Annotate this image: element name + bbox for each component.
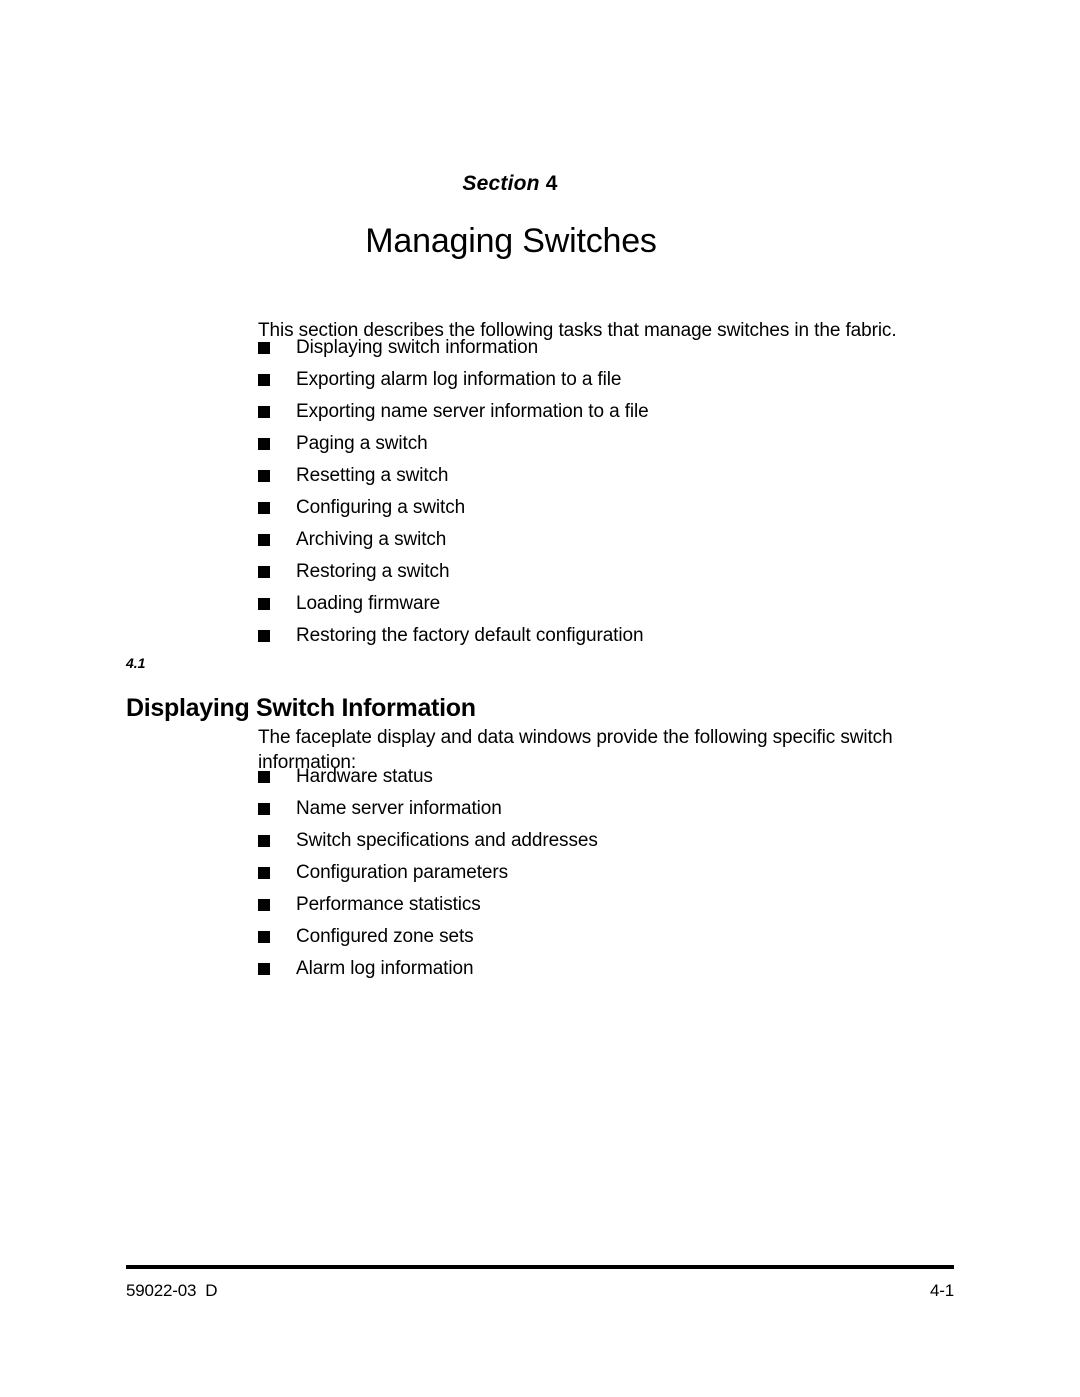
- square-bullet-icon: [258, 835, 270, 847]
- list-item: Configuring a switch: [258, 492, 649, 524]
- section-label: Section 4: [0, 172, 1080, 196]
- list-item-label: Paging a switch: [296, 433, 428, 454]
- list-item: Restoring a switch: [258, 556, 649, 588]
- list-item-label: Alarm log information: [296, 958, 474, 979]
- footer-page-number: 4-1: [930, 1281, 954, 1300]
- section-number: 4.1: [126, 655, 146, 671]
- square-bullet-icon: [258, 867, 270, 879]
- list-item-label: Configuration parameters: [296, 862, 508, 883]
- list-item-label: Exporting name server information to a f…: [296, 401, 649, 422]
- list-item: Displaying switch information: [258, 332, 649, 364]
- square-bullet-icon: [258, 342, 270, 354]
- list-item-label: Configured zone sets: [296, 926, 474, 947]
- task-bullet-list: Displaying switch information Exporting …: [258, 332, 649, 652]
- list-item: Restoring the factory default configurat…: [258, 620, 649, 652]
- document-page: Section 4 Managing Switches This section…: [0, 0, 1080, 1397]
- list-item: Configuration parameters: [258, 857, 598, 889]
- section-heading: Displaying Switch Information: [126, 693, 476, 722]
- list-item-label: Exporting alarm log information to a fil…: [296, 369, 622, 390]
- list-item: Loading firmware: [258, 588, 649, 620]
- square-bullet-icon: [258, 406, 270, 418]
- list-item: Exporting name server information to a f…: [258, 396, 649, 428]
- list-item-label: Loading firmware: [296, 593, 441, 614]
- list-item: Performance statistics: [258, 889, 598, 921]
- list-item: Switch specifications and addresses: [258, 825, 598, 857]
- list-item: Archiving a switch: [258, 524, 649, 556]
- square-bullet-icon: [258, 598, 270, 610]
- list-item-label: Hardware status: [296, 766, 433, 787]
- list-item-label: Resetting a switch: [296, 465, 449, 486]
- list-item: Alarm log information: [258, 953, 598, 985]
- square-bullet-icon: [258, 534, 270, 546]
- list-item: Paging a switch: [258, 428, 649, 460]
- square-bullet-icon: [258, 438, 270, 450]
- list-item: Configured zone sets: [258, 921, 598, 953]
- square-bullet-icon: [258, 502, 270, 514]
- list-item: Hardware status: [258, 761, 598, 793]
- list-item-label: Configuring a switch: [296, 497, 466, 518]
- list-item-label: Restoring a switch: [296, 561, 450, 582]
- square-bullet-icon: [258, 771, 270, 783]
- square-bullet-icon: [258, 931, 270, 943]
- list-item: Exporting alarm log information to a fil…: [258, 364, 649, 396]
- square-bullet-icon: [258, 963, 270, 975]
- switch-info-bullet-list: Hardware status Name server information …: [258, 761, 598, 985]
- list-item-label: Displaying switch information: [296, 337, 539, 358]
- square-bullet-icon: [258, 470, 270, 482]
- square-bullet-icon: [258, 566, 270, 578]
- list-item-label: Restoring the factory default configurat…: [296, 625, 644, 646]
- section-label-prefix: Section: [462, 172, 540, 195]
- square-bullet-icon: [258, 374, 270, 386]
- square-bullet-icon: [258, 899, 270, 911]
- list-item-label: Archiving a switch: [296, 529, 447, 550]
- list-item: Resetting a switch: [258, 460, 649, 492]
- square-bullet-icon: [258, 803, 270, 815]
- section-label-number: 4: [545, 172, 558, 195]
- square-bullet-icon: [258, 630, 270, 642]
- list-item: Name server information: [258, 793, 598, 825]
- footer-document-number: 59022-03 D: [126, 1281, 218, 1300]
- list-item-label: Switch specifications and addresses: [296, 830, 598, 851]
- chapter-title: Managing Switches: [365, 221, 657, 260]
- list-item-label: Name server information: [296, 798, 502, 819]
- list-item-label: Performance statistics: [296, 894, 481, 915]
- footer-divider: [126, 1265, 954, 1269]
